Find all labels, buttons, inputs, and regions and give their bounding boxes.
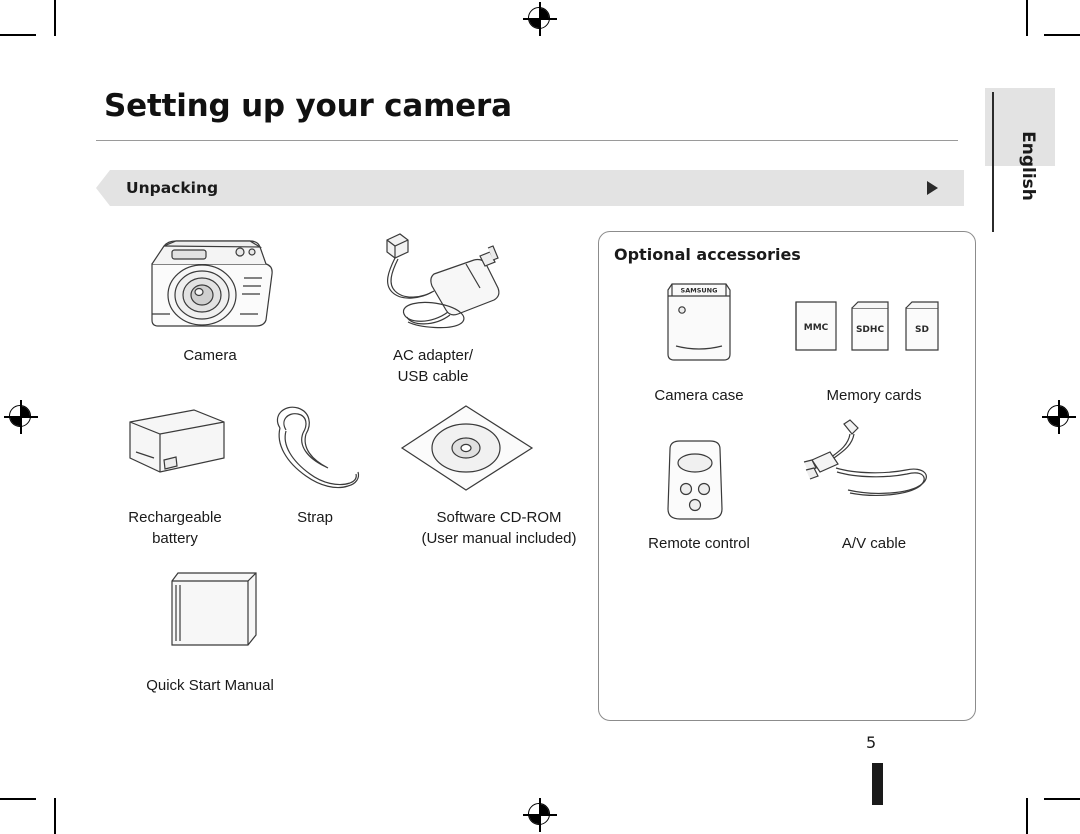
- caption-camera-case: Camera case: [654, 387, 744, 404]
- camera-illustration: [140, 228, 290, 338]
- registration-mark-bottom: [523, 798, 557, 832]
- crop-mark-left-top-horizontal: [0, 34, 36, 36]
- quick-start-manual-illustration: [160, 565, 270, 660]
- section-banner: Unpacking: [96, 170, 964, 206]
- caption-memory-cards: Memory cards: [826, 387, 922, 404]
- registration-mark-right: [1042, 400, 1076, 434]
- software-cd-rom-illustration: [398, 402, 538, 494]
- caption-camera: Camera: [183, 347, 237, 364]
- caption-av-cable: A/V cable: [841, 535, 907, 552]
- camera-case-brand-text: SAMSUNG: [681, 287, 718, 295]
- crop-mark-right-bottom-horizontal: [1044, 798, 1080, 800]
- strap-illustration: [262, 400, 372, 495]
- remote-control-illustration: [648, 437, 748, 529]
- page-marker-bar: [872, 763, 883, 805]
- crop-mark-bottom-right-vertical: [1026, 798, 1028, 834]
- caption-remote-control: Remote control: [648, 535, 750, 552]
- memory-card-label-mmc: MMC: [804, 323, 829, 333]
- memory-card-label-sdhc: SDHC: [856, 325, 884, 335]
- page-title: Setting up your camera: [104, 88, 512, 124]
- caption-strap: Strap: [297, 509, 333, 526]
- crop-mark-top-left-vertical: [54, 0, 56, 36]
- registration-mark-left: [4, 400, 38, 434]
- language-tab-rule: [992, 92, 994, 232]
- camera-case-illustration: SAMSUNG: [650, 276, 750, 368]
- optional-accessories-title: Optional accessories: [614, 245, 801, 264]
- caption-software-cd-rom: Software CD-ROM (User manual included): [421, 509, 577, 547]
- rechargeable-battery-illustration: [120, 400, 235, 490]
- crop-mark-bottom-left-vertical: [54, 798, 56, 834]
- memory-card-label-sd: SD: [915, 325, 929, 335]
- caption-rechargeable-battery: Rechargeable battery: [128, 509, 222, 547]
- section-banner-background: [96, 170, 964, 206]
- chevron-right-icon: [927, 181, 938, 195]
- crop-mark-left-bottom-horizontal: [0, 798, 36, 800]
- registration-mark-top: [523, 2, 557, 36]
- language-tab-label: English: [1018, 131, 1038, 201]
- caption-quick-start-manual: Quick Start Manual: [146, 677, 274, 694]
- page-number: 5: [866, 733, 877, 752]
- caption-ac-adapter-usb-cable: AC adapter/ USB cable: [392, 347, 474, 385]
- ac-adapter-usb-cable-illustration: [362, 226, 522, 338]
- crop-mark-right-top-horizontal: [1044, 34, 1080, 36]
- memory-cards-illustration: MMC SDHC SD: [792, 296, 958, 356]
- section-banner-label: Unpacking: [126, 179, 219, 197]
- title-divider: [96, 140, 958, 141]
- crop-mark-top-right-vertical: [1026, 0, 1028, 36]
- av-cable-illustration: [790, 418, 950, 524]
